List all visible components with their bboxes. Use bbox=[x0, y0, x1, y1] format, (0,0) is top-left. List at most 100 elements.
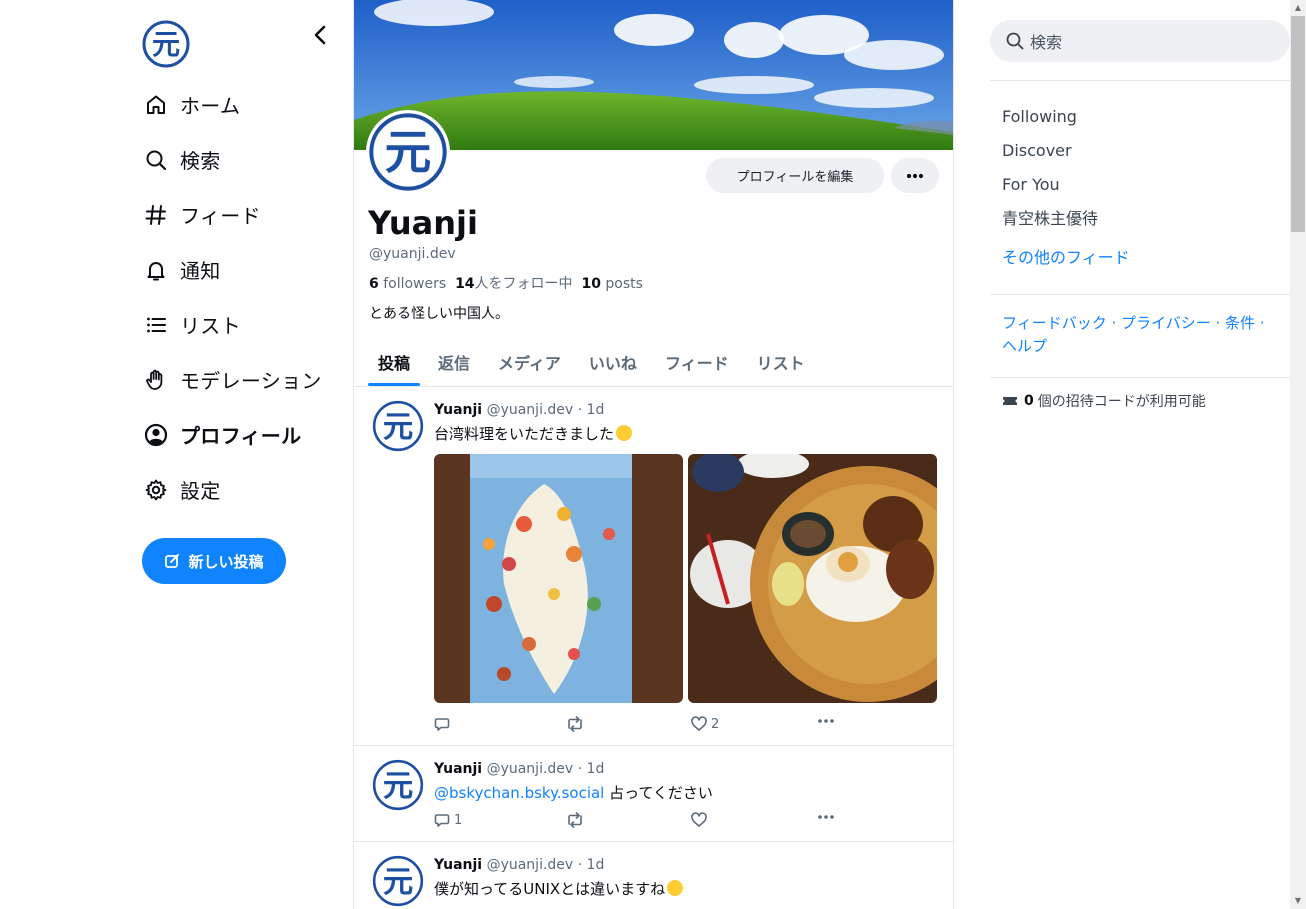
comment-icon bbox=[434, 718, 450, 731]
nav-label: モデレーション bbox=[180, 369, 322, 393]
hand-icon bbox=[142, 366, 170, 394]
feed-post[interactable]: 元 Yuanji @yuanji.dev · 1d @bskychan.bsky… bbox=[354, 746, 953, 842]
post-handle-time: @yuanji.dev · 1d bbox=[486, 761, 605, 777]
post-avatar[interactable]: 元 bbox=[372, 855, 424, 907]
invite-label: 個の招待コードが利用可能 bbox=[1037, 394, 1206, 410]
profile-tabs: 投稿 返信 メディア いいね フィード リスト bbox=[354, 337, 953, 387]
post-more-button[interactable] bbox=[817, 814, 839, 820]
posts-count: 10 posts bbox=[581, 276, 643, 292]
repost-button[interactable] bbox=[565, 812, 589, 828]
more-feeds-link[interactable]: その他のフィード bbox=[1002, 244, 1130, 268]
comment-icon bbox=[434, 814, 450, 827]
svg-text:元: 元 bbox=[152, 28, 180, 61]
post-handle-time: @yuanji.dev · 1d bbox=[486, 857, 605, 873]
footer-links: フィードバック · プライバシー · 条件 · ヘルプ bbox=[1002, 314, 1265, 355]
post-meta: Yuanji @yuanji.dev · 1d bbox=[434, 761, 604, 777]
search-placeholder: 検索 bbox=[1030, 33, 1063, 52]
divider bbox=[990, 377, 1290, 378]
hash-icon bbox=[142, 201, 170, 229]
post-actions: 2 bbox=[434, 716, 854, 736]
mention-link[interactable]: @bskychan.bsky.social bbox=[434, 784, 604, 802]
feed-link-for-you[interactable]: For You bbox=[1002, 172, 1130, 206]
terms-link[interactable]: 条件 bbox=[1225, 314, 1255, 332]
ellipsis-icon bbox=[906, 173, 924, 178]
app-logo[interactable]: 元 bbox=[142, 20, 190, 68]
reply-button[interactable] bbox=[434, 716, 454, 732]
scroll-down-arrow-icon[interactable]: ▼ bbox=[1293, 896, 1303, 906]
heart-icon bbox=[691, 812, 707, 827]
post-image-food[interactable] bbox=[688, 454, 937, 703]
post-avatar[interactable]: 元 bbox=[372, 400, 424, 452]
heart-icon bbox=[691, 716, 707, 731]
profile-column: 元 プロフィールを編集 Yuanji @yuanji.dev 6 followe… bbox=[353, 0, 954, 909]
nav-item-settings[interactable]: 設定 bbox=[142, 462, 342, 517]
post-author[interactable]: Yuanji bbox=[434, 857, 482, 873]
display-name: Yuanji bbox=[368, 204, 478, 242]
scroll-up-arrow-icon[interactable]: ▲ bbox=[1293, 3, 1303, 13]
post-meta: Yuanji @yuanji.dev · 1d bbox=[434, 402, 604, 418]
collapse-sidebar-button[interactable] bbox=[307, 22, 333, 48]
svg-text:元: 元 bbox=[385, 127, 432, 181]
reply-button[interactable]: 1 bbox=[434, 812, 462, 828]
post-author[interactable]: Yuanji bbox=[434, 402, 482, 418]
feedback-link[interactable]: フィードバック bbox=[1002, 314, 1107, 332]
nav-item-home[interactable]: ホーム bbox=[142, 77, 342, 132]
ellipsis-icon bbox=[818, 815, 834, 819]
list-icon bbox=[142, 311, 170, 339]
ticket-icon bbox=[1003, 397, 1017, 405]
profile-avatar[interactable]: 元 bbox=[366, 110, 450, 194]
profile-bio: とある怪しい中国人。 bbox=[369, 306, 509, 322]
search-input[interactable]: 検索 bbox=[990, 20, 1290, 62]
nav-item-feeds[interactable]: フィード bbox=[142, 187, 342, 242]
feed-link-custom[interactable]: 青空株主優待 bbox=[1002, 206, 1130, 240]
feed-post[interactable]: 元 Yuanji @yuanji.dev · 1d 台湾料理をいただきました 2 bbox=[354, 387, 953, 746]
nav-label: 検索 bbox=[180, 149, 221, 173]
nav-item-lists[interactable]: リスト bbox=[142, 297, 342, 352]
post-avatar[interactable]: 元 bbox=[372, 759, 424, 811]
nav-label: フィード bbox=[180, 204, 261, 228]
repost-button[interactable] bbox=[565, 716, 589, 732]
tab-lists[interactable]: リスト bbox=[747, 337, 815, 386]
followers-link[interactable]: 6 followers bbox=[369, 276, 446, 292]
tab-feeds[interactable]: フィード bbox=[655, 337, 739, 386]
search-icon bbox=[1006, 32, 1024, 50]
tab-posts[interactable]: 投稿 bbox=[368, 337, 421, 386]
tab-media[interactable]: メディア bbox=[488, 337, 571, 386]
profile-more-button[interactable] bbox=[891, 158, 939, 193]
nav-item-moderation[interactable]: モデレーション bbox=[142, 352, 342, 407]
scrollbar-thumb[interactable] bbox=[1291, 16, 1305, 232]
feed-post[interactable]: 元 Yuanji @yuanji.dev · 1d 僕が知ってるUNIXとは違い… bbox=[354, 842, 953, 909]
divider bbox=[990, 294, 1290, 295]
svg-text:元: 元 bbox=[383, 769, 413, 804]
new-post-button[interactable]: 新しい投稿 bbox=[142, 538, 286, 584]
repost-icon bbox=[568, 716, 582, 732]
like-count: 2 bbox=[711, 716, 720, 732]
svg-text:元: 元 bbox=[383, 865, 413, 900]
invite-codes[interactable]: 0 個の招待コードが利用可能 bbox=[1002, 391, 1206, 411]
following-link[interactable]: 14人をフォロー中 bbox=[455, 276, 572, 292]
post-text: 僕が知ってるUNIXとは違いますね bbox=[434, 878, 684, 899]
tab-likes[interactable]: いいね bbox=[579, 337, 647, 386]
feed-link-discover[interactable]: Discover bbox=[1002, 138, 1130, 172]
yum-emoji-icon bbox=[616, 425, 633, 441]
feed-link-following[interactable]: Following bbox=[1002, 104, 1130, 138]
post-author[interactable]: Yuanji bbox=[434, 761, 482, 777]
nav-item-profile[interactable]: プロフィール bbox=[142, 407, 342, 462]
nav-label: リスト bbox=[180, 314, 241, 338]
edit-profile-button[interactable]: プロフィールを編集 bbox=[706, 158, 884, 193]
nav-label: ホーム bbox=[180, 94, 241, 118]
privacy-link[interactable]: プライバシー bbox=[1121, 314, 1211, 332]
post-actions: 1 bbox=[434, 812, 854, 832]
post-image-map[interactable] bbox=[434, 454, 683, 703]
nav-item-notifications[interactable]: 通知 bbox=[142, 242, 342, 297]
repost-icon bbox=[568, 812, 582, 828]
tab-replies[interactable]: 返信 bbox=[428, 337, 480, 386]
help-link[interactable]: ヘルプ bbox=[1002, 337, 1047, 355]
invite-count: 0 bbox=[1024, 393, 1034, 409]
like-button[interactable] bbox=[691, 812, 711, 828]
nav-item-search[interactable]: 検索 bbox=[142, 132, 342, 187]
like-button[interactable]: 2 bbox=[691, 716, 719, 732]
laughing-emoji-icon bbox=[667, 880, 684, 896]
gear-icon bbox=[142, 476, 170, 504]
post-more-button[interactable] bbox=[817, 718, 839, 724]
